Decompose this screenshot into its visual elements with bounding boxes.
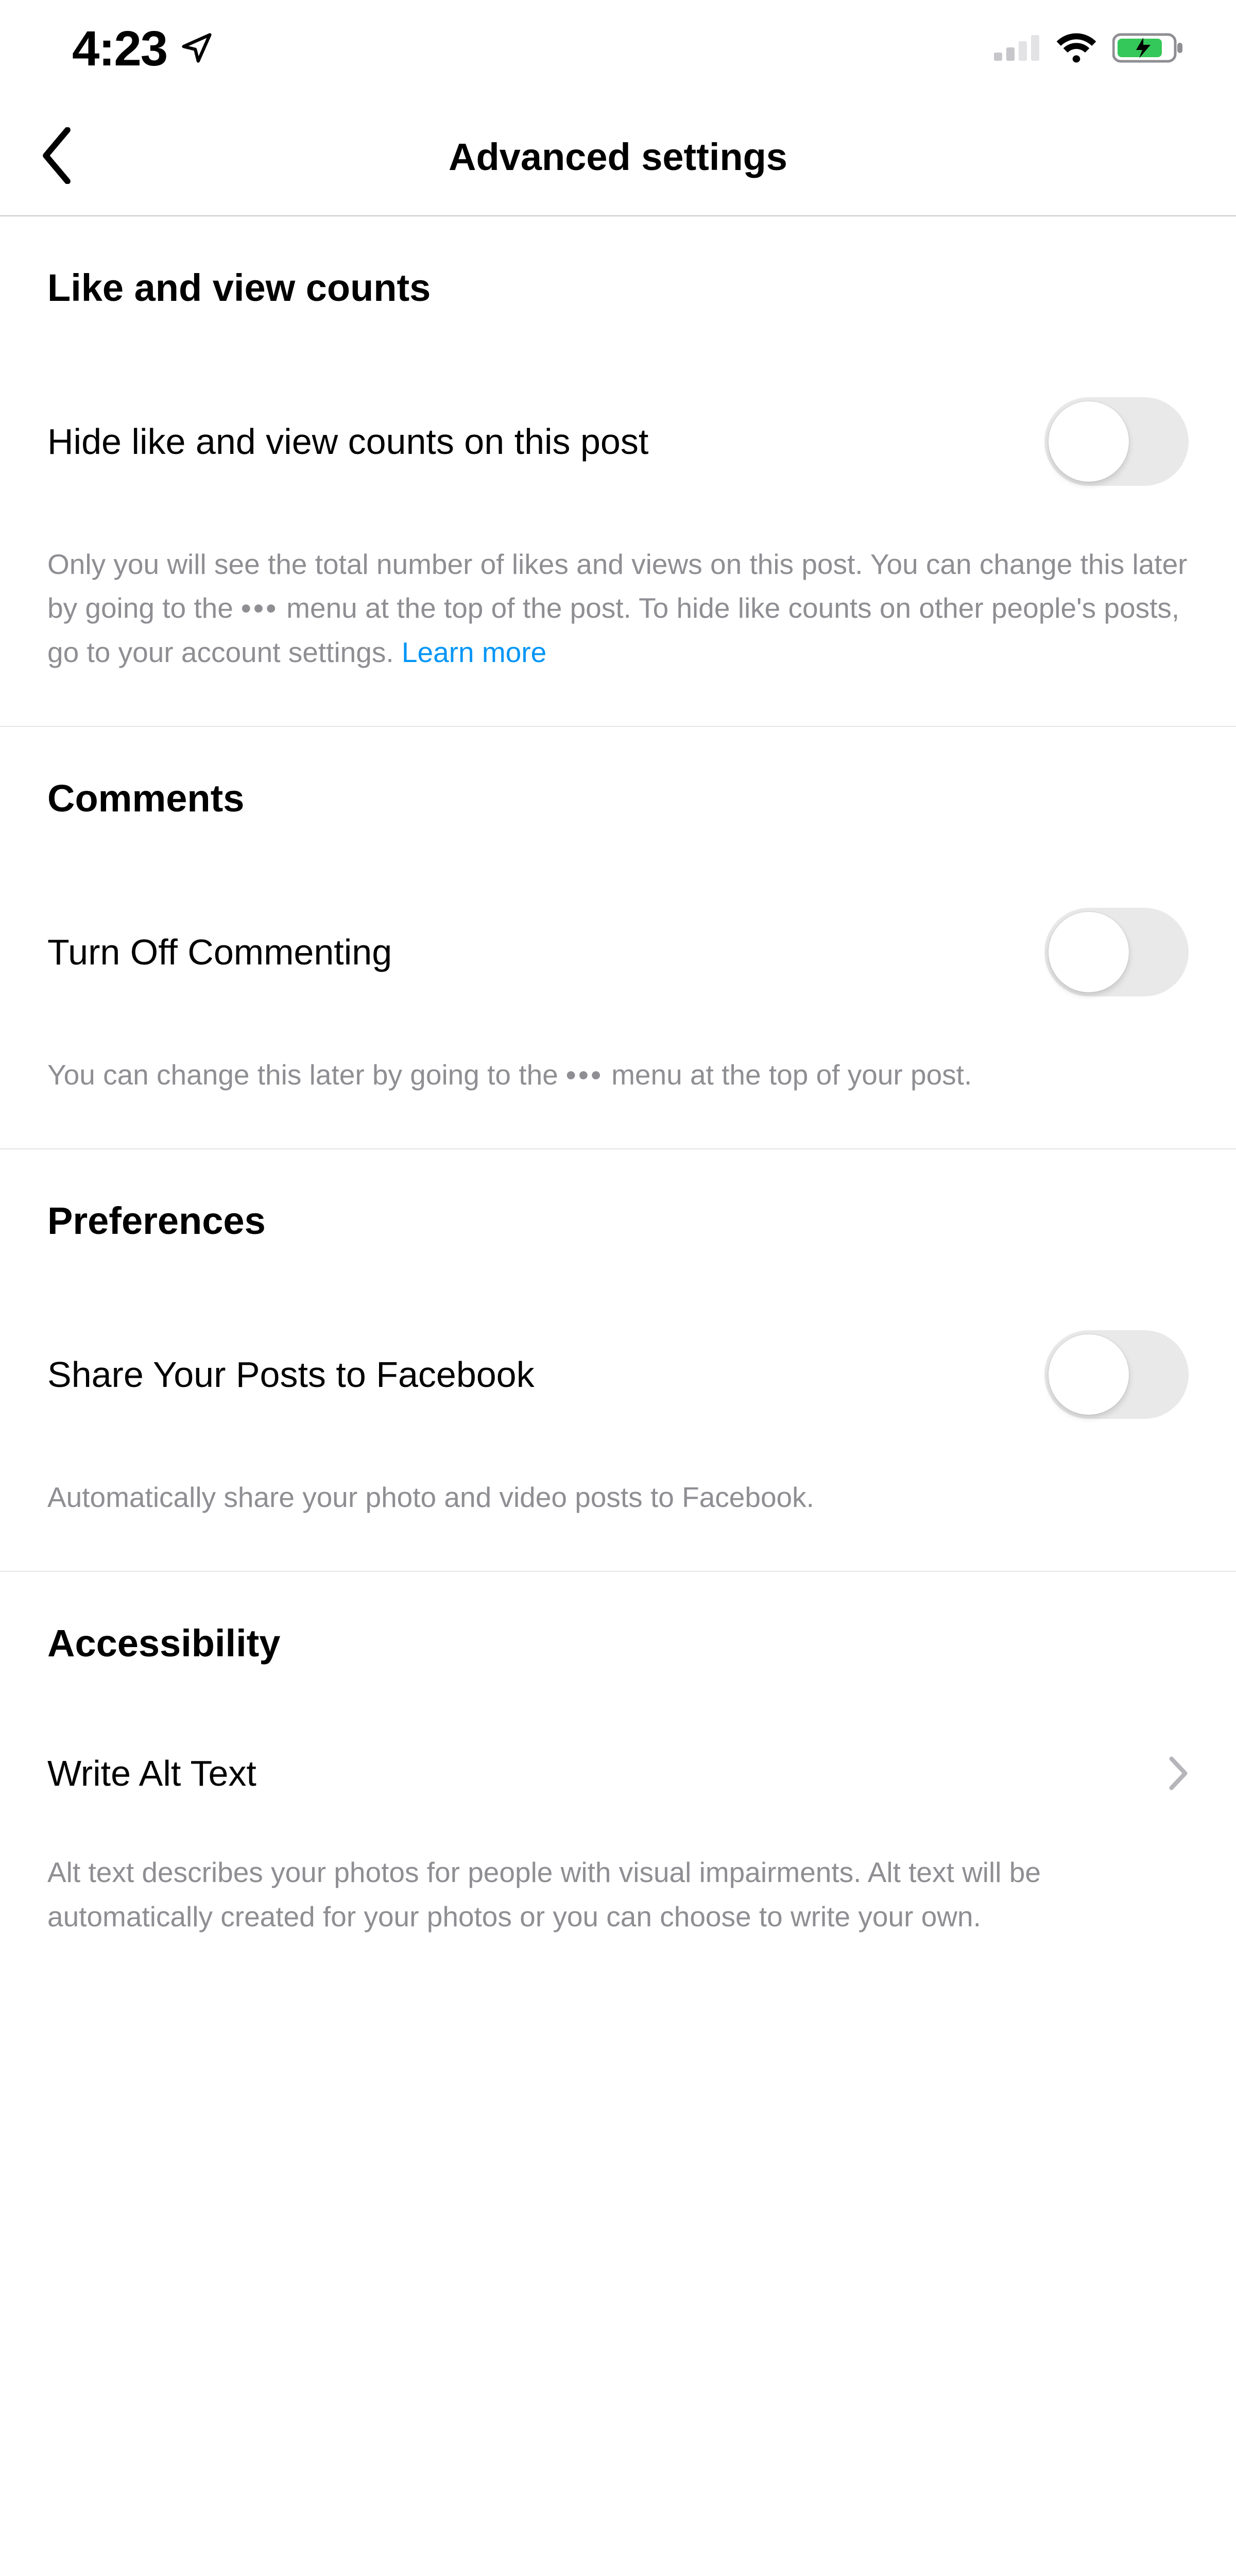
hide-likes-label: Hide like and view counts on this post [47,421,648,462]
turn-off-commenting-description: You can change this later by going to th… [47,1017,1189,1148]
chevron-right-icon [1168,1755,1189,1791]
status-bar: 4:23 [0,0,1236,98]
share-facebook-description: Automatically share your photo and video… [47,1439,1189,1571]
dots-icon: ••• [566,1059,604,1091]
row-turn-off-commenting: Turn Off Commenting [47,831,1189,1017]
row-hide-likes: Hide like and view counts on this post [47,320,1189,506]
desc-text: menu at the top of your post. [604,1059,972,1091]
section-comments: Comments Turn Off Commenting You can cha… [0,727,1236,1149]
toggle-knob [1049,1334,1129,1415]
desc-text: You can change this later by going to th… [47,1059,566,1091]
turn-off-commenting-label: Turn Off Commenting [47,931,392,973]
toggle-knob [1049,912,1129,992]
toggle-knob [1049,401,1129,482]
battery-icon [1112,31,1184,67]
row-share-facebook: Share Your Posts to Facebook [47,1253,1189,1439]
share-facebook-toggle[interactable] [1044,1330,1189,1419]
turn-off-commenting-toggle[interactable] [1044,908,1189,996]
section-title-likes: Like and view counts [47,216,1189,320]
section-title-comments: Comments [47,727,1189,831]
write-alt-text-description: Alt text describes your photos for peopl… [47,1815,1189,1990]
wifi-icon [1055,32,1098,66]
hide-likes-description: Only you will see the total number of li… [47,506,1189,726]
section-likes: Like and view counts Hide like and view … [0,216,1236,727]
section-title-preferences: Preferences [47,1149,1189,1253]
row-write-alt-text[interactable]: Write Alt Text [47,1675,1189,1815]
status-right [994,31,1184,67]
header: Advanced settings [0,98,1236,216]
status-left: 4:23 [72,21,214,77]
section-title-accessibility: Accessibility [47,1572,1189,1675]
section-accessibility: Accessibility Write Alt Text Alt text de… [0,1572,1236,1990]
cellular-icon [994,35,1040,63]
chevron-left-icon [40,127,73,187]
back-button[interactable] [36,126,77,188]
learn-more-link[interactable]: Learn more [402,636,546,668]
hide-likes-toggle[interactable] [1044,397,1189,486]
dots-icon: ••• [241,592,279,624]
write-alt-text-label: Write Alt Text [47,1753,256,1794]
share-facebook-label: Share Your Posts to Facebook [47,1354,535,1395]
status-time: 4:23 [72,21,167,77]
page-title: Advanced settings [449,135,787,179]
location-icon [179,30,214,68]
section-preferences: Preferences Share Your Posts to Facebook… [0,1149,1236,1572]
